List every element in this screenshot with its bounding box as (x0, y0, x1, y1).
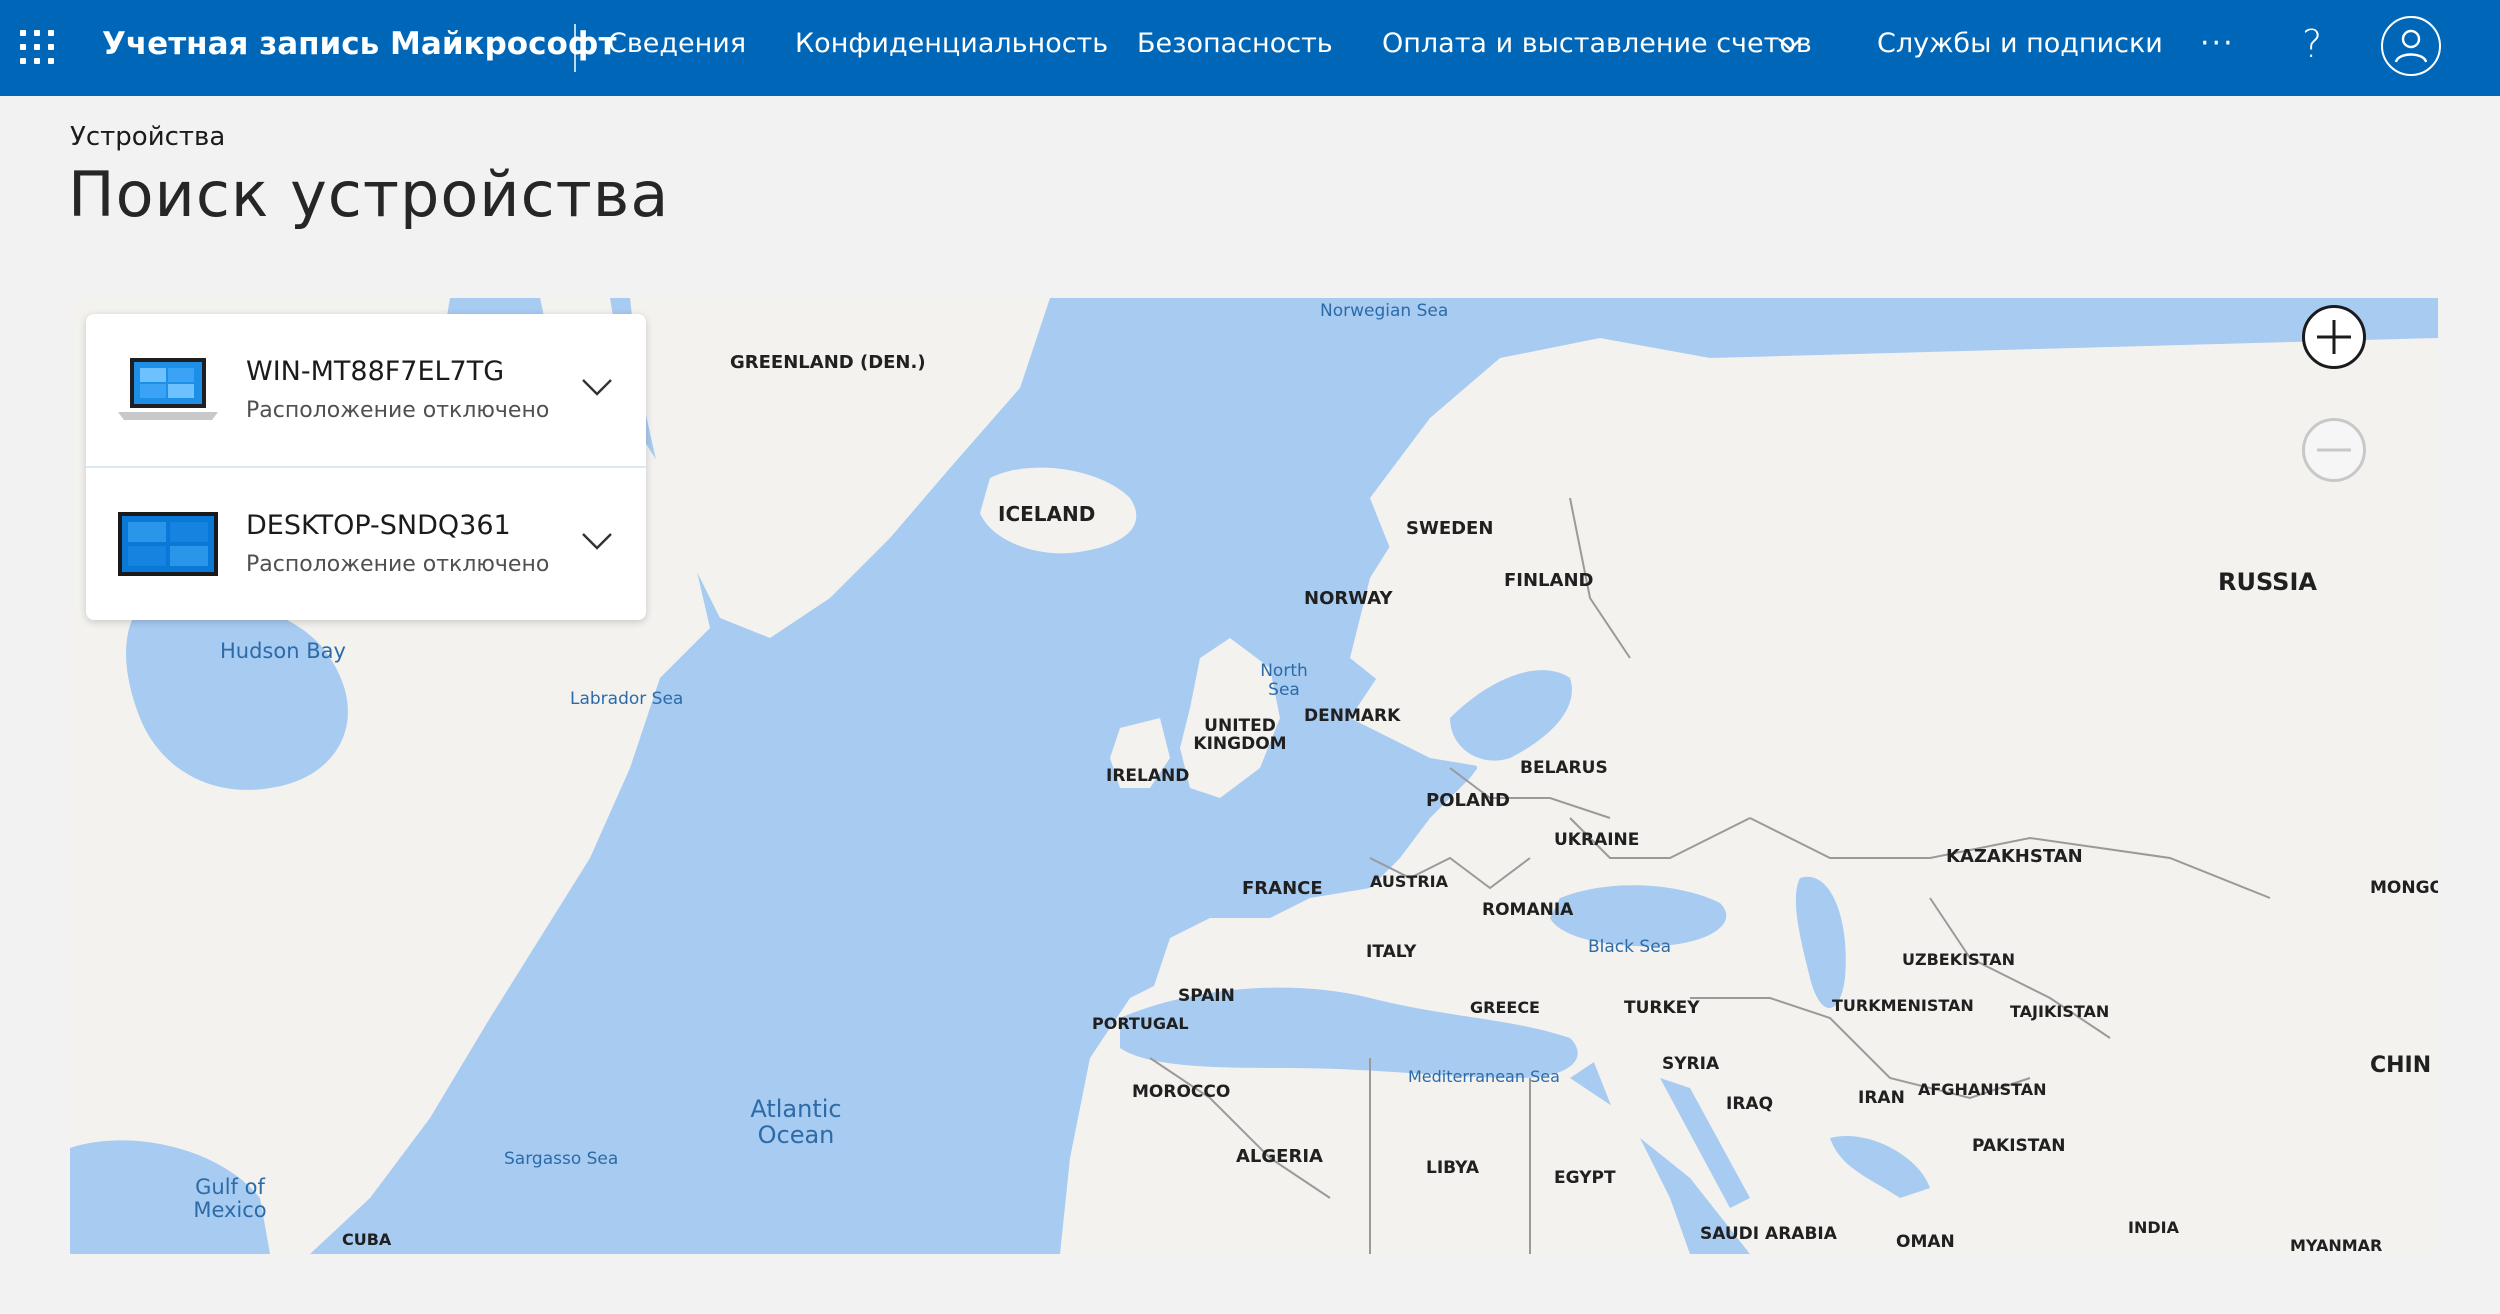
device-list-panel: WIN-MT88F7EL7TG Расположение отключено D… (86, 314, 646, 620)
nav-billing[interactable]: Оплата и выставление счетов (1382, 28, 1812, 59)
map-label-cuba: CUBA (342, 1230, 392, 1249)
monitor-icon (118, 512, 218, 576)
map-label-austria: AUSTRIA (1370, 872, 1448, 891)
map-label-hudson-bay: Hudson Bay (220, 639, 346, 663)
map-label-turkey: TURKEY (1624, 998, 1700, 1018)
device-name: DESKTOP-SNDQ361 (246, 510, 511, 541)
map-label-libya: LIBYA (1426, 1158, 1480, 1178)
map-label-black-sea: Black Sea (1588, 937, 1672, 957)
nav-security[interactable]: Безопасность (1137, 28, 1333, 59)
map-label-portugal: PORTUGAL (1092, 1014, 1189, 1033)
map-label-china: CHIN (2370, 1053, 2432, 1078)
map-label-myanmar: MYANMAR (2290, 1236, 2383, 1254)
map-label-algeria: ALGERIA (1236, 1146, 1323, 1167)
nav-info[interactable]: Сведения (608, 28, 746, 59)
device-name: WIN-MT88F7EL7TG (246, 356, 505, 387)
zoom-in-button[interactable] (2302, 305, 2366, 369)
chevron-down-icon[interactable] (580, 376, 614, 398)
map-label-ukraine: UKRAINE (1554, 830, 1640, 850)
map-label-atlantic-ocean: Atlantic Ocean (750, 1095, 842, 1150)
map-label-labrador-sea: Labrador Sea (570, 689, 684, 709)
chevron-down-icon[interactable] (1776, 34, 1804, 54)
breadcrumb[interactable]: Устройства (70, 122, 225, 152)
help-icon[interactable]: ? (2302, 22, 2322, 66)
map-label-mongolia: MONGO (2370, 878, 2438, 898)
map-label-sargasso-sea: Sargasso Sea (504, 1149, 619, 1169)
map-label-kazakhstan: KAZAKHSTAN (1946, 846, 2083, 867)
map-label-egypt: EGYPT (1554, 1168, 1616, 1188)
map-label-iceland: ICELAND (998, 502, 1096, 526)
zoom-out-button[interactable] (2302, 418, 2366, 482)
map-label-poland: POLAND (1426, 790, 1510, 811)
map-label-turkmenistan: TURKMENISTAN (1832, 996, 1974, 1015)
header-divider (574, 24, 576, 72)
map-label-afghanistan: AFGHANISTAN (1918, 1080, 2047, 1099)
map-label-mediterranean-sea: Mediterranean Sea (1408, 1067, 1560, 1086)
map-label-north-sea: North Sea (1260, 661, 1308, 700)
laptop-icon (118, 358, 218, 420)
map-label-greece: GREECE (1470, 998, 1540, 1017)
map-label-norwegian-sea: Norwegian Sea (1320, 301, 1449, 321)
map-label-finland: FINLAND (1504, 570, 1594, 591)
nav-services[interactable]: Службы и подписки (1877, 28, 2163, 59)
map-label-russia: RUSSIA (2218, 568, 2317, 596)
page-title: Поиск устройства (68, 158, 670, 231)
map-label-uk: UNITED KINGDOM (1193, 716, 1287, 754)
map-label-italy: ITALY (1366, 942, 1417, 962)
map-label-uzbekistan: UZBEKISTAN (1902, 950, 2016, 969)
map-label-saudi-arabia: SAUDI ARABIA (1700, 1224, 1837, 1244)
map-label-greenland: GREENLAND (DEN.) (730, 352, 926, 373)
map-label-belarus: BELARUS (1520, 758, 1608, 778)
map-label-india: INDIA (2128, 1218, 2179, 1237)
map-label-syria: SYRIA (1662, 1054, 1720, 1074)
chevron-down-icon[interactable] (580, 530, 614, 552)
map-label-oman: OMAN (1896, 1232, 1955, 1252)
nav-privacy[interactable]: Конфиденциальность (795, 28, 1108, 59)
user-icon (2394, 29, 2428, 63)
brand-title[interactable]: Учетная запись Майкрософт (102, 26, 616, 62)
map-label-romania: ROMANIA (1482, 900, 1574, 920)
app-launcher-icon[interactable] (20, 30, 56, 66)
map-label-gulf-of-mexico: Gulf of Mexico (193, 1175, 267, 1223)
map-label-pakistan: PAKISTAN (1972, 1136, 2066, 1156)
device-status: Расположение отключено (246, 552, 550, 577)
map-label-tajikistan: TAJIKISTAN (2010, 1002, 2110, 1021)
map-label-spain: SPAIN (1178, 986, 1235, 1006)
map-label-ireland: IRELAND (1106, 766, 1190, 786)
device-row[interactable]: DESKTOP-SNDQ361 Расположение отключено (86, 468, 646, 620)
more-icon[interactable]: ··· (2200, 26, 2235, 61)
account-avatar[interactable] (2381, 16, 2441, 76)
map-label-iraq: IRAQ (1726, 1094, 1774, 1114)
map-label-norway: NORWAY (1304, 588, 1393, 609)
map-label-france: FRANCE (1242, 878, 1323, 899)
device-row[interactable]: WIN-MT88F7EL7TG Расположение отключено (86, 314, 646, 468)
map-label-denmark: DENMARK (1304, 706, 1401, 726)
map-label-sweden: SWEDEN (1406, 518, 1494, 539)
map-label-iran: IRAN (1858, 1088, 1905, 1108)
top-navigation-bar: Учетная запись Майкрософт Сведения Конфи… (0, 0, 2500, 96)
device-status: Расположение отключено (246, 398, 550, 423)
map-label-morocco: MOROCCO (1132, 1082, 1231, 1102)
